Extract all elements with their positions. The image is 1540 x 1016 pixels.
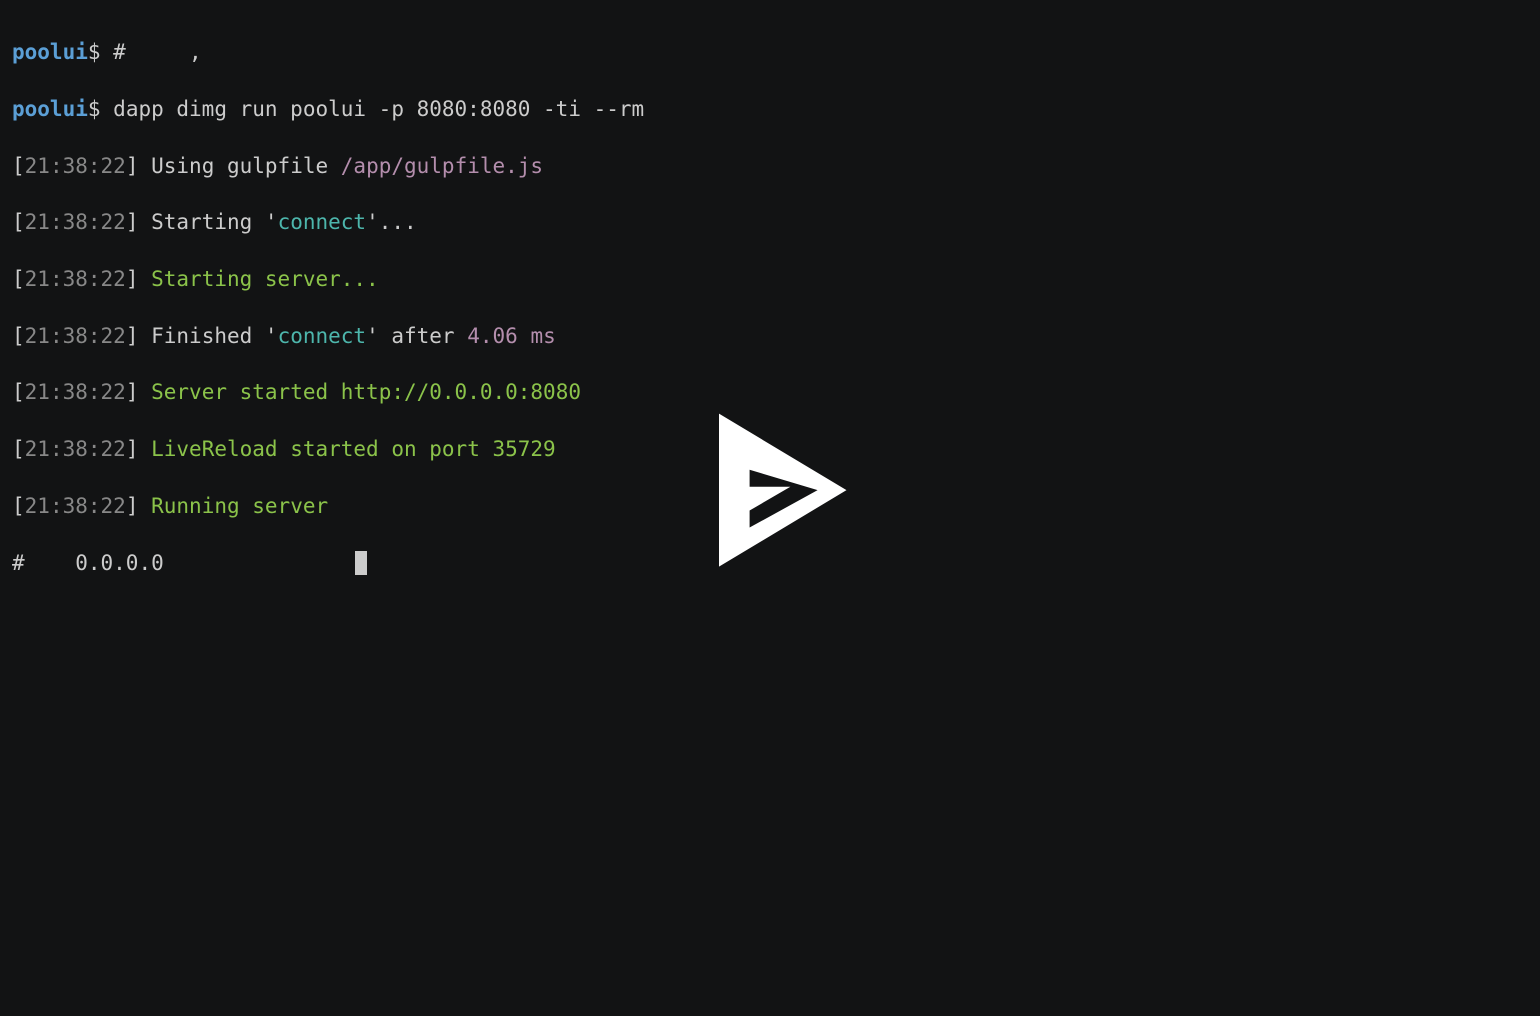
gulpfile-path: /app/gulpfile.js xyxy=(341,154,543,178)
log-text: '... xyxy=(366,210,417,234)
log-text: Starting ' xyxy=(151,210,277,234)
log-text: Using gulpfile xyxy=(151,154,341,178)
log-line-3: [21:38:22] Starting server... xyxy=(12,265,1528,293)
task-name: connect xyxy=(278,210,367,234)
prompt-host: poolui xyxy=(12,97,88,121)
log-line-5: [21:38:22] Server started http://0.0.0.0… xyxy=(12,378,1528,406)
prompt-line-1: poolui$ # , xyxy=(12,38,1528,66)
log-line-4: [21:38:22] Finished 'connect' after 4.06… xyxy=(12,322,1528,350)
log-text: Running server xyxy=(151,494,328,518)
log-line-1: [21:38:22] Using gulpfile /app/gulpfile.… xyxy=(12,152,1528,180)
command-2: dapp dimg run poolui -p 8080:8080 -ti --… xyxy=(113,97,644,121)
timestamp: 21:38:22 xyxy=(25,380,126,404)
prompt-dollar: $ xyxy=(88,97,101,121)
prompt-line-2: poolui$ dapp dimg run poolui -p 8080:808… xyxy=(12,95,1528,123)
play-icon xyxy=(685,405,855,575)
cursor-icon xyxy=(355,551,367,575)
timestamp: 21:38:22 xyxy=(25,437,126,461)
ip-address: 0.0.0.0 xyxy=(75,551,164,575)
prompt-host: poolui xyxy=(12,40,88,64)
log-text: Server started http://0.0.0.0:8080 xyxy=(151,380,581,404)
timestamp: 21:38:22 xyxy=(25,267,126,291)
prompt-dollar: $ xyxy=(88,40,101,64)
duration: 4.06 ms xyxy=(467,324,556,348)
log-line-2: [21:38:22] Starting 'connect'... xyxy=(12,208,1528,236)
timestamp: 21:38:22 xyxy=(25,210,126,234)
command-1: # , xyxy=(113,40,202,64)
hash-symbol: # xyxy=(12,551,25,575)
log-text: ' after xyxy=(366,324,467,348)
timestamp: 21:38:22 xyxy=(25,324,126,348)
task-name: connect xyxy=(278,324,367,348)
timestamp: 21:38:22 xyxy=(25,154,126,178)
play-button[interactable] xyxy=(685,405,855,582)
log-text: LiveReload started on port 35729 xyxy=(151,437,556,461)
log-text: Finished ' xyxy=(151,324,277,348)
log-text: Starting server... xyxy=(151,267,379,291)
timestamp: 21:38:22 xyxy=(25,494,126,518)
